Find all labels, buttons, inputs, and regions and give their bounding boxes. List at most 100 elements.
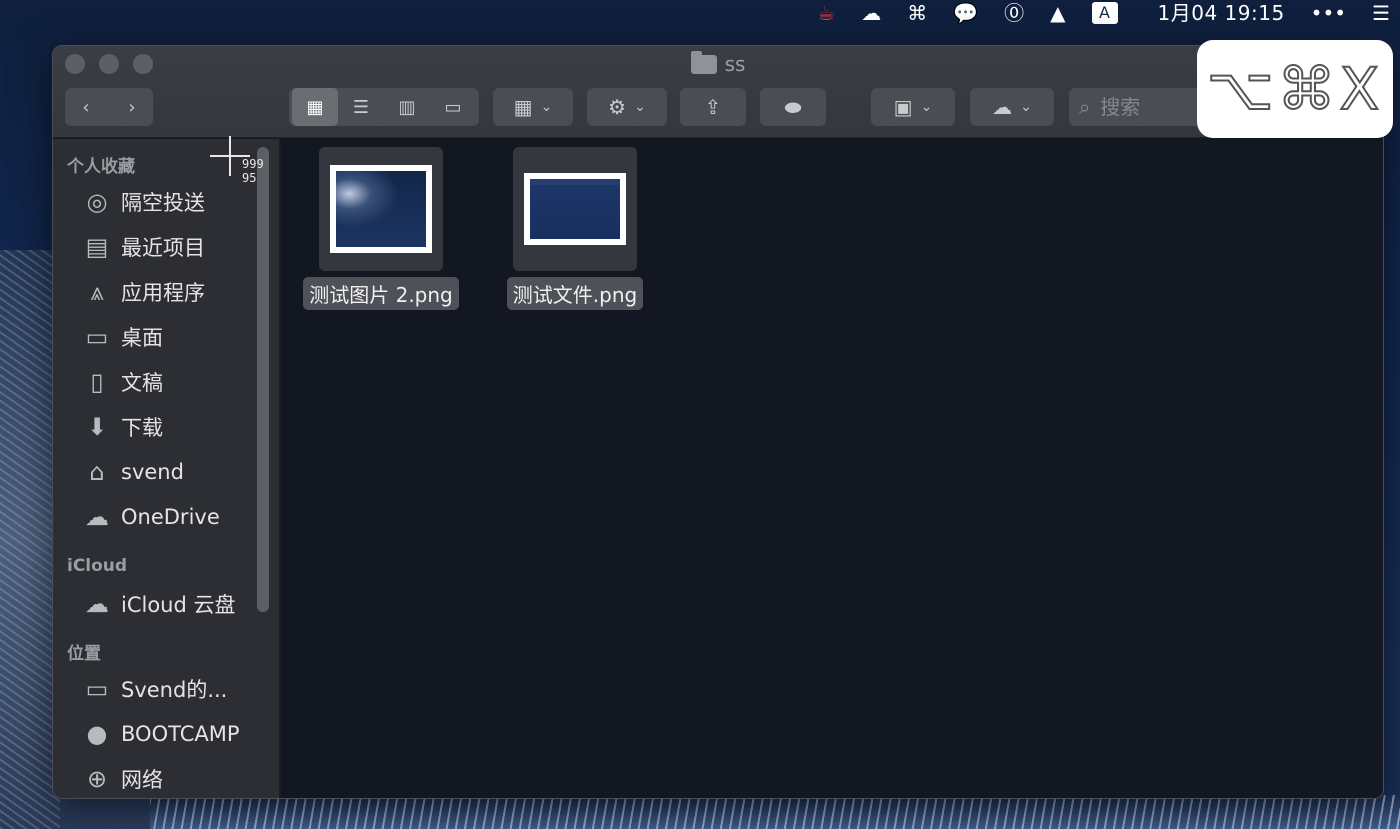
image-preview xyxy=(336,171,426,247)
share-icon: ⇪ xyxy=(704,95,722,119)
coffee-icon[interactable]: ☕ xyxy=(817,2,835,24)
sidebar-item-label: 文稿 xyxy=(121,370,163,395)
chevron-down-icon: ⌄ xyxy=(1020,99,1032,115)
icloud-icon: ☁ xyxy=(85,589,109,618)
list-icon: ☰ xyxy=(352,96,370,118)
more-icon[interactable]: ••• xyxy=(1311,2,1346,24)
script-icon[interactable]: ▲ xyxy=(1050,2,1065,24)
sidebar-item-label: 最近项目 xyxy=(121,235,205,260)
action-button[interactable]: ⚙ ⌄ xyxy=(587,88,667,126)
desktop-icon: ▭ xyxy=(85,322,109,351)
menu-clock[interactable]: 1月04 19:15 xyxy=(1158,2,1285,24)
sidebar-item-documents[interactable]: ▯ 文稿 xyxy=(53,359,279,404)
sidebar-header-icloud: iCloud xyxy=(67,556,128,576)
chevron-left-icon: ‹ xyxy=(82,96,90,118)
forward-button[interactable]: › xyxy=(109,88,155,126)
wallpaper-rock xyxy=(0,250,60,829)
sidebar-scrollbar[interactable] xyxy=(257,147,269,612)
chevron-right-icon: › xyxy=(128,96,136,118)
group-button[interactable]: ▦ ⌄ xyxy=(493,88,573,126)
search-input[interactable] xyxy=(1100,95,1201,119)
laptop-icon: ▭ xyxy=(85,674,109,703)
column-view-button[interactable]: ▥ xyxy=(384,88,430,126)
onepassword-icon[interactable]: ⓪ xyxy=(1004,2,1024,24)
file-item[interactable]: 测试图片 2.png xyxy=(301,147,461,310)
sidebar-item-label: iCloud 云盘 xyxy=(121,592,236,617)
tags-button[interactable]: ⬬ xyxy=(760,88,826,126)
sidebar-item-home[interactable]: ⌂ svend xyxy=(53,449,279,494)
sidebar-item-label: Svend的... xyxy=(121,677,228,702)
recents-icon: ▤ xyxy=(85,232,109,261)
gallery-view-button[interactable]: ▭ xyxy=(430,88,476,126)
file-name[interactable]: 测试文件.png xyxy=(506,277,644,310)
chevron-down-icon: ⌄ xyxy=(540,99,553,115)
gear-icon: ⚙ xyxy=(608,95,627,119)
sidebar-item-airdrop[interactable]: ◎ 隔空投送 xyxy=(53,179,279,224)
sidebar-item-onedrive[interactable]: ☁ OneDrive xyxy=(53,494,279,539)
file-browser-content: 测试图片 2.png 测试文件.png xyxy=(281,139,1383,798)
quick-action-button[interactable]: ▣ ⌄ xyxy=(871,88,955,126)
cloud-upload-icon: ☁ xyxy=(992,95,1013,119)
sidebar-item-desktop[interactable]: ▭ 桌面 xyxy=(53,314,279,359)
cloud-icon: ☁ xyxy=(85,502,109,531)
sidebar-item-computer[interactable]: ▭ Svend的... xyxy=(53,666,279,711)
keystroke-overlay: ⌥⌘X xyxy=(1197,40,1393,138)
sidebar-item-label: 隔空投送 xyxy=(121,190,205,215)
home-icon: ⌂ xyxy=(89,457,105,486)
sidebar-item-icloud-drive[interactable]: ☁ iCloud 云盘 xyxy=(53,581,279,626)
sidebar-item-label: 应用程序 xyxy=(121,280,205,305)
cursor-coord-y: 95 xyxy=(242,171,257,185)
list-view-button[interactable]: ☰ xyxy=(338,88,384,126)
sidebar-item-applications[interactable]: ⩓ 应用程序 xyxy=(53,269,279,314)
file-thumbnail[interactable] xyxy=(319,147,443,271)
menu-bar: ☕ ☁ ⌘ 💬 ⓪ ▲ A 1月04 19:15 ••• ☰ xyxy=(0,0,1400,26)
grid-icon: ▦ xyxy=(306,96,324,118)
ghost-icon[interactable]: ☁ xyxy=(861,2,881,24)
chevron-down-icon: ⌄ xyxy=(920,99,933,115)
network-icon: ⊕ xyxy=(86,764,108,793)
gallery-icon: ▭ xyxy=(444,96,462,118)
share-button[interactable]: ⇪ xyxy=(680,88,746,126)
sidebar-item-label: BOOTCAMP xyxy=(121,721,240,746)
window-title-text: ss xyxy=(724,52,746,76)
command-icon[interactable]: ⌘ xyxy=(907,2,927,24)
sidebar-item-label: svend xyxy=(121,459,184,484)
sidebar-item-downloads[interactable]: ⬇ 下载 xyxy=(53,404,279,449)
documents-icon: ▯ xyxy=(90,367,104,396)
input-source-icon[interactable]: A xyxy=(1091,2,1118,24)
cloud-button[interactable]: ☁ ⌄ xyxy=(970,88,1054,126)
icon-view-button[interactable]: ▦ xyxy=(292,88,338,126)
cursor-coordinates: 999 95 xyxy=(242,157,264,185)
disk-icon: ● xyxy=(86,719,108,748)
notification-center-icon[interactable]: ☰ xyxy=(1372,2,1390,24)
airdrop-icon: ◎ xyxy=(86,187,108,216)
image-preview xyxy=(530,179,620,239)
sidebar-item-label: 下载 xyxy=(121,415,163,440)
chevron-down-icon: ⌄ xyxy=(634,99,646,115)
nav-buttons: ‹ › xyxy=(65,88,153,126)
cursor-coord-x: 999 xyxy=(242,157,264,171)
sidebar-header-locations: 位置 xyxy=(67,643,101,664)
group-icon: ▦ xyxy=(513,95,533,119)
wallpaper-surf xyxy=(150,795,1400,829)
window-title: ss xyxy=(53,50,1383,76)
wechat-icon[interactable]: 💬 xyxy=(953,2,978,24)
back-button[interactable]: ‹ xyxy=(63,88,109,126)
script-editor-icon: ▣ xyxy=(893,95,913,119)
folder-icon xyxy=(690,50,717,74)
file-name[interactable]: 测试图片 2.png xyxy=(303,277,459,310)
sidebar: 个人收藏 ◎ 隔空投送 ▤ 最近项目 ⩓ 应用程序 ▭ 桌面 ▯ 文稿 ⬇ 下载… xyxy=(53,139,279,798)
sidebar-item-label: 桌面 xyxy=(121,325,163,350)
sidebar-item-recents[interactable]: ▤ 最近项目 xyxy=(53,224,279,269)
toolbar: ss ‹ › ▦ ☰ ▥ ▭ ▦ ⌄ ⚙ ⌄ ⇪ ⬬ ▣ ⌄ ☁ ⌄ ⌕ 搜索 xyxy=(53,46,1383,138)
applications-icon: ⩓ xyxy=(90,277,104,306)
tag-icon: ⬬ xyxy=(784,95,802,119)
view-mode-control: ▦ ☰ ▥ ▭ xyxy=(289,88,479,126)
file-item[interactable]: 测试文件.png xyxy=(495,147,655,310)
sidebar-item-network[interactable]: ⊕ 网络 xyxy=(53,756,279,798)
sidebar-item-label: OneDrive xyxy=(121,504,220,529)
search-icon: ⌕ xyxy=(1079,95,1091,119)
sidebar-item-label: 网络 xyxy=(121,767,163,792)
sidebar-item-bootcamp[interactable]: ● BOOTCAMP xyxy=(53,711,279,756)
file-thumbnail[interactable] xyxy=(513,147,637,271)
